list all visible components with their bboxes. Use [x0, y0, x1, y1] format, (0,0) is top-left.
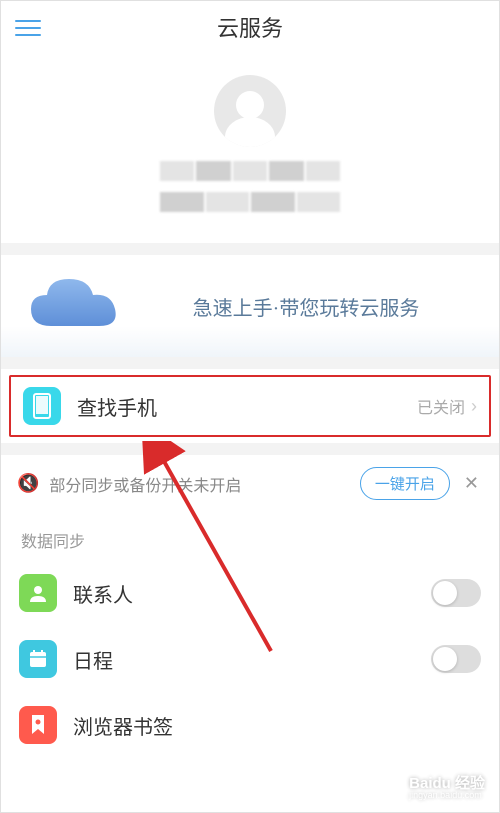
section-title-sync: 数据同步 [1, 512, 499, 560]
calendar-icon [19, 640, 57, 678]
contacts-label: 联系人 [73, 579, 431, 608]
contacts-toggle[interactable] [431, 579, 481, 607]
close-icon[interactable]: ✕ [460, 473, 483, 494]
divider [1, 357, 499, 369]
cloud-icon [21, 271, 131, 341]
find-phone-status: 已关闭 [417, 394, 465, 418]
menu-icon[interactable] [15, 15, 41, 35]
username-blurred [160, 161, 340, 221]
notice-text: 部分同步或备份开关未开启 [49, 472, 359, 496]
find-phone-row[interactable]: 查找手机 已关闭 › [11, 377, 489, 435]
page-title: 云服务 [217, 11, 283, 43]
sync-bookmarks-row[interactable]: 浏览器书签 [1, 692, 499, 758]
speaker-icon: 🔇 [17, 473, 39, 494]
avatar [214, 75, 286, 147]
contacts-icon [19, 574, 57, 612]
divider [1, 243, 499, 255]
calendar-toggle[interactable] [431, 645, 481, 673]
header: 云服务 [1, 1, 499, 53]
calendar-label: 日程 [73, 645, 431, 674]
watermark: Baidu 经验 jingyan.baidu.com [409, 776, 485, 800]
chevron-right-icon: › [471, 396, 477, 417]
bookmark-icon [19, 706, 57, 744]
find-phone-label: 查找手机 [77, 392, 417, 421]
promo-text: 急速上手·带您玩转云服务 [131, 292, 499, 321]
enable-all-button[interactable]: 一键开启 [360, 467, 450, 500]
bookmarks-label: 浏览器书签 [73, 711, 481, 740]
notice-bar: 🔇 部分同步或备份开关未开启 一键开启 ✕ [1, 455, 499, 512]
sync-calendar-row[interactable]: 日程 [1, 626, 499, 692]
watermark-url: jingyan.baidu.com [409, 791, 485, 800]
promo-banner[interactable]: 急速上手·带您玩转云服务 [1, 255, 499, 357]
find-phone-highlight: 查找手机 已关闭 › [9, 375, 491, 437]
profile-area[interactable] [1, 53, 499, 243]
divider [1, 443, 499, 455]
phone-icon [23, 387, 61, 425]
sync-contacts-row[interactable]: 联系人 [1, 560, 499, 626]
